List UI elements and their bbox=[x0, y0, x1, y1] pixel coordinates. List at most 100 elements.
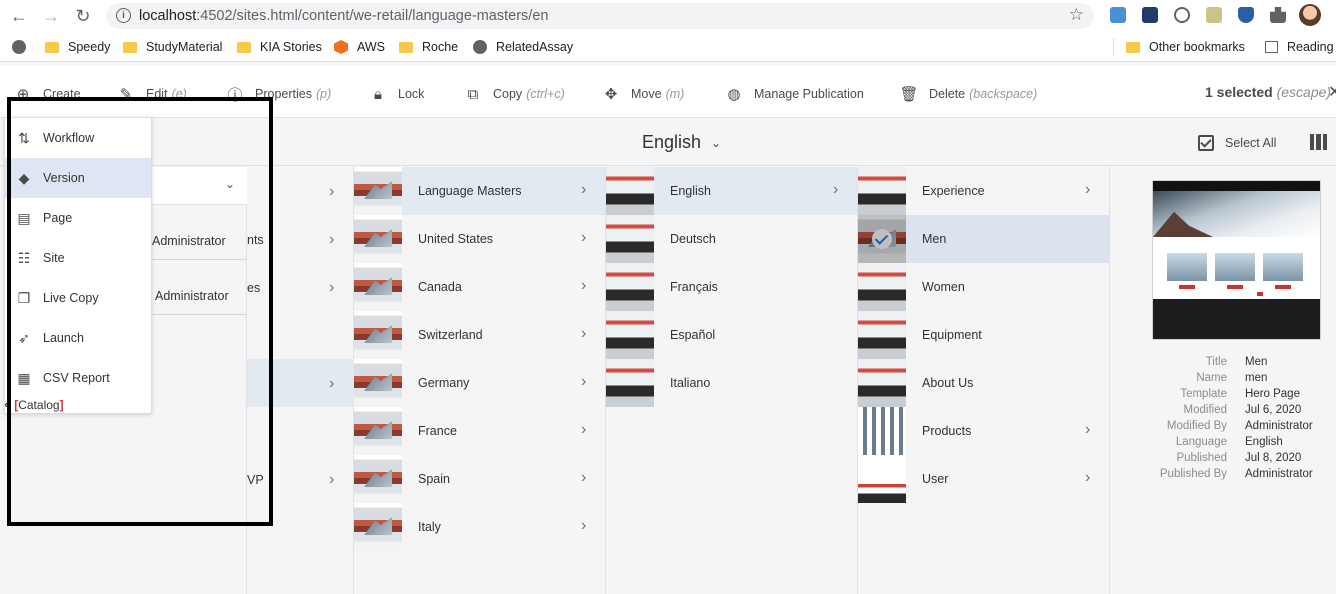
checkbox-icon bbox=[1198, 135, 1214, 151]
thumbnail bbox=[858, 167, 906, 215]
thumbnail bbox=[354, 455, 402, 503]
lock-button[interactable]: 🔒︎ Lock bbox=[369, 85, 424, 103]
close-selection-icon[interactable]: ✕ bbox=[1328, 82, 1336, 102]
list-item[interactable]: Language Masters › bbox=[354, 167, 605, 215]
reading-list[interactable]: Reading l bbox=[1265, 40, 1336, 54]
bookmark-globe[interactable] bbox=[12, 40, 35, 54]
back-icon[interactable]: ← bbox=[8, 5, 30, 27]
menu-item-version[interactable]: ◆ Version bbox=[5, 158, 151, 198]
list-item[interactable]: Women bbox=[858, 263, 1109, 311]
chevron-right-icon[interactable]: › bbox=[329, 279, 334, 297]
chevron-right-icon[interactable]: › bbox=[1085, 469, 1090, 487]
reload-icon[interactable]: ↻ bbox=[72, 5, 94, 27]
chevron-right-icon[interactable]: › bbox=[1085, 181, 1090, 199]
chevron-right-icon[interactable]: › bbox=[581, 277, 586, 295]
folder-icon bbox=[123, 41, 137, 53]
folder-icon bbox=[399, 41, 413, 53]
copy-button[interactable]: ⧉ Copy (ctrl+c) bbox=[464, 85, 565, 103]
menu-item-launch[interactable]: ➶ Launch bbox=[5, 318, 151, 358]
info-icon: ⓘ bbox=[227, 86, 243, 104]
chevron-right-icon[interactable]: › bbox=[581, 517, 586, 535]
list-item[interactable]: Canada › bbox=[354, 263, 605, 311]
filter-dropdown[interactable]: ⌄ bbox=[152, 167, 247, 205]
forward-icon[interactable]: → bbox=[40, 5, 62, 27]
delete-button[interactable]: 🗑︎ Delete (backspace) bbox=[899, 85, 1037, 103]
shield-icon[interactable] bbox=[1238, 7, 1254, 23]
list-item[interactable]: English › bbox=[606, 167, 857, 215]
list-item[interactable]: Products › bbox=[858, 407, 1109, 455]
address-bar[interactable]: i localhost:4502/sites.html/content/we-r… bbox=[106, 3, 1094, 29]
list-item[interactable]: Italiano bbox=[606, 359, 857, 407]
bookmark-roche[interactable]: Roche bbox=[399, 40, 458, 54]
chevron-right-icon[interactable]: › bbox=[329, 375, 334, 393]
bookmark-studymaterial[interactable]: StudyMaterial bbox=[123, 40, 222, 54]
peek-text: es bbox=[247, 281, 261, 295]
list-item[interactable]: Spain › bbox=[354, 455, 605, 503]
manage-publication-button[interactable]: ◍ Manage Publication bbox=[725, 85, 863, 103]
bookmark-star-icon[interactable]: ☆ bbox=[1069, 5, 1084, 25]
bookmark-speedy[interactable]: Speedy bbox=[45, 40, 110, 54]
column-header: English ⌄ Select All bbox=[0, 118, 1336, 166]
meta-row: Published By Administrator bbox=[1159, 468, 1313, 480]
menu-item-live-copy[interactable]: ❐ Live Copy bbox=[5, 278, 151, 318]
chevron-right-icon[interactable]: › bbox=[329, 183, 334, 201]
list-item-selected[interactable]: Men bbox=[858, 215, 1109, 263]
globe-icon bbox=[473, 40, 487, 54]
extension-icon[interactable] bbox=[1142, 7, 1158, 23]
chevron-down-icon: ⌄ bbox=[224, 177, 235, 191]
extension-icon[interactable] bbox=[1206, 7, 1222, 23]
list-item[interactable]: Français bbox=[606, 263, 857, 311]
list-item[interactable]: Experience › bbox=[858, 167, 1109, 215]
other-bookmarks[interactable]: Other bookmarks bbox=[1126, 40, 1245, 54]
plus-circle-icon: ⊕ bbox=[16, 86, 30, 103]
chevron-right-icon[interactable]: › bbox=[581, 181, 586, 199]
menu-item-csv-report[interactable]: ▦ CSV Report bbox=[5, 358, 151, 398]
chevron-right-icon[interactable]: › bbox=[833, 181, 838, 199]
menu-item-catalog[interactable]: ⚭[Catalog] bbox=[3, 398, 64, 412]
list-item[interactable]: Equipment bbox=[858, 311, 1109, 359]
create-button[interactable]: ⊕ Create bbox=[14, 85, 81, 103]
list-item[interactable]: About Us bbox=[858, 359, 1109, 407]
chevron-right-icon[interactable]: › bbox=[329, 471, 334, 489]
column-view-icon[interactable] bbox=[1310, 134, 1327, 150]
thumbnail bbox=[858, 311, 906, 359]
thumbnail bbox=[606, 215, 654, 263]
chevron-right-icon[interactable]: › bbox=[581, 229, 586, 247]
globe-icon bbox=[12, 40, 26, 54]
puzzle-icon[interactable] bbox=[1270, 7, 1286, 23]
copy-icon: ⧉ bbox=[467, 85, 479, 103]
menu-item-page[interactable]: ▤ Page bbox=[5, 198, 151, 238]
thumbnail bbox=[858, 455, 906, 503]
avatar[interactable] bbox=[1299, 4, 1321, 26]
list-item[interactable]: Switzerland › bbox=[354, 311, 605, 359]
extension-icon[interactable] bbox=[1174, 7, 1190, 23]
list-item[interactable]: United States › bbox=[354, 215, 605, 263]
chevron-right-icon[interactable]: › bbox=[1085, 421, 1090, 439]
link-icon: ⚭ bbox=[3, 399, 13, 412]
bookmark-aws[interactable]: AWS bbox=[334, 40, 385, 54]
list-item[interactable]: Español bbox=[606, 311, 857, 359]
bookmark-relatedassay[interactable]: RelatedAssay bbox=[473, 40, 573, 54]
page-title[interactable]: English ⌄ bbox=[642, 132, 721, 153]
list-item[interactable]: Deutsch bbox=[606, 215, 857, 263]
menu-item-workflow[interactable]: ⇅ Workflow bbox=[5, 118, 151, 158]
menu-item-site[interactable]: ☷ Site bbox=[5, 238, 151, 278]
edit-button[interactable]: ✎ Edit (e) bbox=[117, 85, 187, 103]
chevron-right-icon[interactable]: › bbox=[581, 373, 586, 391]
extension-icon[interactable] bbox=[1110, 7, 1126, 23]
move-button[interactable]: ✥ Move (m) bbox=[602, 85, 685, 103]
select-all-button[interactable]: Select All bbox=[1198, 135, 1276, 151]
bookmark-kia-stories[interactable]: KIA Stories bbox=[237, 40, 322, 54]
list-item[interactable]: France › bbox=[354, 407, 605, 455]
list-item[interactable]: Germany › bbox=[354, 359, 605, 407]
chevron-right-icon[interactable]: › bbox=[581, 469, 586, 487]
list-item[interactable]: Italy › bbox=[354, 503, 605, 551]
properties-button[interactable]: ⓘ Properties (p) bbox=[226, 85, 331, 104]
list-item[interactable]: User › bbox=[858, 455, 1109, 503]
chevron-right-icon[interactable]: › bbox=[581, 325, 586, 343]
chevron-right-icon[interactable]: › bbox=[329, 231, 334, 249]
globe-clock-icon: ◍ bbox=[727, 86, 741, 103]
thumbnail bbox=[858, 359, 906, 407]
info-icon[interactable]: i bbox=[116, 8, 131, 23]
chevron-right-icon[interactable]: › bbox=[581, 421, 586, 439]
